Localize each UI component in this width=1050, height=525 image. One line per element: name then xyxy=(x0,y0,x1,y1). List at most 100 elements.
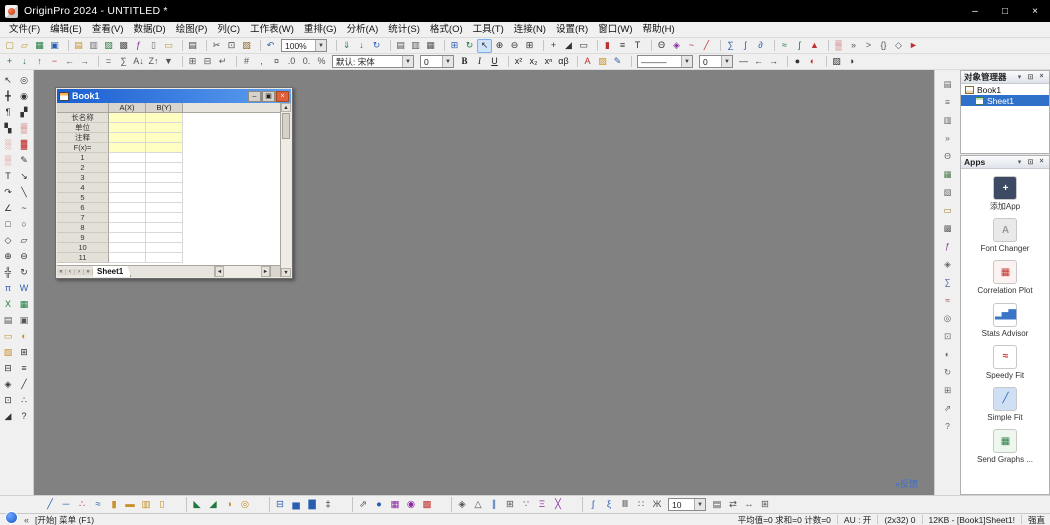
undo-icon[interactable]: ↶ xyxy=(263,39,278,53)
italic-button[interactable]: I xyxy=(472,55,487,69)
menu-item[interactable]: 工作表(W) xyxy=(245,22,299,38)
cut-icon[interactable]: ✂ xyxy=(209,39,224,53)
toolbar-icon[interactable] xyxy=(439,40,445,51)
add-graph-window-icon[interactable]: ⊞ xyxy=(757,497,773,512)
project-explorer-icon[interactable]: ▤ xyxy=(393,39,408,53)
row-label[interactable]: F(x)= xyxy=(57,143,109,153)
pointer-tool[interactable]: ↖ xyxy=(0,72,16,88)
line-symbol-plot-icon[interactable]: ≈ xyxy=(90,497,106,512)
sheet-row[interactable]: 7 xyxy=(57,213,280,223)
delete-rows-icon[interactable]: − xyxy=(47,55,62,69)
toolbar-icon[interactable] xyxy=(177,40,183,51)
cell-b[interactable] xyxy=(146,203,183,213)
vertical-scroll-thumb[interactable] xyxy=(282,113,290,139)
symbol-color-button[interactable]: ◐ xyxy=(805,55,820,69)
curved-arrow-tool[interactable]: ↷ xyxy=(0,184,16,200)
zoom-pan-icon[interactable]: + xyxy=(546,39,561,53)
toolbar-icon[interactable] xyxy=(331,40,337,51)
3d-surface-plot-icon[interactable]: Ξ xyxy=(534,497,550,512)
cell-b[interactable] xyxy=(146,163,183,173)
sheet-row[interactable]: 4 xyxy=(57,183,280,193)
add-text-icon[interactable]: T xyxy=(630,39,645,53)
plot-icon[interactable] xyxy=(436,497,452,512)
differentiate-icon[interactable]: ∂ xyxy=(753,39,768,53)
code-builder-icon[interactable]: {} xyxy=(876,39,891,53)
book1-titlebar[interactable]: Book1 – ▣ × xyxy=(57,89,291,103)
bubble-plot-icon[interactable]: ● xyxy=(371,497,387,512)
color-picker-tool[interactable]: ◐ xyxy=(16,328,32,344)
collapse-icon[interactable]: « xyxy=(24,515,29,525)
chevron-down-icon[interactable]: ▼ xyxy=(442,56,453,67)
merge-cells-icon[interactable]: ⊟ xyxy=(200,55,215,69)
sheet-nav-button[interactable]: › xyxy=(75,268,84,275)
column-plot-icon[interactable]: ▮ xyxy=(106,497,122,512)
app-item[interactable]: A Font Changer xyxy=(961,218,1049,253)
scroll-right-icon[interactable]: ► xyxy=(261,266,270,277)
waterfall-plot-icon[interactable]: ʃ xyxy=(585,497,601,512)
row-label[interactable]: 11 xyxy=(57,253,109,263)
add-decimal-icon[interactable]: .0 xyxy=(284,55,299,69)
toolbar-icon[interactable] xyxy=(572,56,578,67)
cell-b[interactable] xyxy=(146,243,183,253)
line-tool[interactable]: ╲ xyxy=(16,184,32,200)
rotate-tool[interactable]: ↻ xyxy=(16,264,32,280)
xy-zoom-tool[interactable]: ⊡ xyxy=(0,392,16,408)
sheet-row[interactable]: 单位 xyxy=(57,123,280,133)
scale-out-icon[interactable]: ⊖ xyxy=(507,39,522,53)
dock-zoom-icon[interactable]: ◎ xyxy=(941,312,955,325)
resize-grip[interactable] xyxy=(270,266,280,277)
rescale-icon[interactable]: ◢ xyxy=(561,39,576,53)
theme-organizer-icon[interactable]: ◈ xyxy=(669,39,684,53)
multi-panel-plot-icon[interactable]: ⊞ xyxy=(502,497,518,512)
new-layout-icon[interactable]: ▯ xyxy=(146,39,161,53)
menu-item[interactable]: 数据(D) xyxy=(128,22,170,38)
fill-color-button[interactable]: ▨ xyxy=(595,55,610,69)
menu-item[interactable]: 帮助(H) xyxy=(637,22,679,38)
tree-item[interactable]: Sheet1 xyxy=(961,95,1049,106)
fft-icon[interactable]: ʃ xyxy=(792,39,807,53)
vector-plot-icon[interactable]: ⇗ xyxy=(355,497,371,512)
chevron-down-icon[interactable]: ▼ xyxy=(681,56,692,67)
sheet-row[interactable]: 5 xyxy=(57,193,280,203)
rectangle-tool[interactable]: □ xyxy=(0,216,16,232)
template-library-icon[interactable]: ▤ xyxy=(709,497,725,512)
wrap-text-icon[interactable]: ↵ xyxy=(215,55,230,69)
subscript-button[interactable]: x₂ xyxy=(526,55,541,69)
row-label[interactable]: 6 xyxy=(57,203,109,213)
font-size-combo[interactable]: 0 ▼ xyxy=(420,55,454,68)
dock-help-icon[interactable]: ? xyxy=(941,420,955,433)
plot-template-combo[interactable]: 10 ▼ xyxy=(668,498,706,511)
row-label[interactable]: 1 xyxy=(57,153,109,163)
insert-graph-tool[interactable]: ▦ xyxy=(16,296,32,312)
insert-excel-object-tool[interactable]: X xyxy=(0,296,16,312)
row-label[interactable]: 10 xyxy=(57,243,109,253)
selection-on-plot-tool[interactable]: ▚ xyxy=(0,120,16,136)
region-tool[interactable]: ▱ xyxy=(16,232,32,248)
sheet-row[interactable]: 3 xyxy=(57,173,280,183)
super-subscript-button[interactable]: xⁿ xyxy=(541,55,556,69)
pan-tool[interactable]: ╬ xyxy=(0,264,16,280)
zoom-combo[interactable]: 100% ▼ xyxy=(281,39,327,52)
open-icon[interactable]: ▱ xyxy=(17,39,32,53)
insert-word-object-tool[interactable]: W xyxy=(16,280,32,296)
menu-item[interactable]: 格式(O) xyxy=(425,22,468,38)
speedy-fit-icon[interactable]: ≈ xyxy=(993,344,1017,369)
toolbar-icon[interactable] xyxy=(626,56,632,67)
dock-pin-icon[interactable]: ⊡ xyxy=(941,330,955,343)
dock-graph-icon[interactable]: ▦ xyxy=(941,168,955,181)
panel-menu-icon[interactable]: ▾ xyxy=(1015,73,1024,81)
book1-window[interactable]: Book1 – ▣ × A(X) B(Y) 长名称 单位 注释 F(x)= 1 … xyxy=(55,87,293,279)
font-combo[interactable]: 默认: 宋体 ▼ xyxy=(332,55,414,68)
doughnut-chart-icon[interactable]: ◎ xyxy=(237,497,253,512)
unmask-range-tool[interactable]: ░ xyxy=(0,136,16,152)
new-folder-icon[interactable]: ▤ xyxy=(71,39,86,53)
cell-a[interactable] xyxy=(109,203,146,213)
ternary-plot-icon[interactable]: △ xyxy=(470,497,486,512)
toolbar-icon[interactable] xyxy=(715,40,721,51)
menu-item[interactable]: 编辑(E) xyxy=(45,22,87,38)
data-selector-tool[interactable]: ▞ xyxy=(16,104,32,120)
polar-plot-icon[interactable]: ◈ xyxy=(454,497,470,512)
cell-b[interactable] xyxy=(146,253,183,263)
toolbar-icon[interactable] xyxy=(201,40,207,51)
bold-button[interactable]: B xyxy=(457,55,472,69)
